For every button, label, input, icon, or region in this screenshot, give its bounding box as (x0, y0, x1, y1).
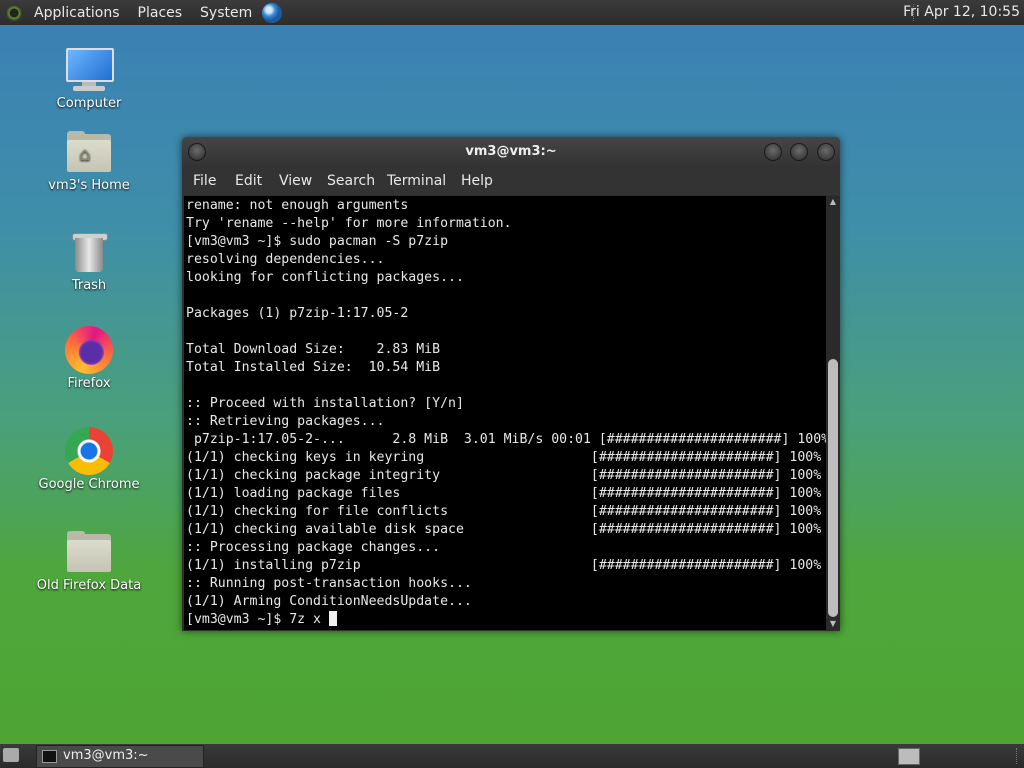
trash-icon (65, 228, 113, 276)
terminal-line: Try 'rename --help' for more information… (186, 216, 512, 231)
desktop-icon-trash[interactable]: Trash (34, 228, 144, 293)
desktop-icon-label: Old Firefox Data (36, 578, 142, 593)
terminal-line: (1/1) Arming ConditionNeedsUpdate... (186, 594, 472, 609)
terminal-line: [vm3@vm3 ~]$ sudo pacman -S p7zip (186, 234, 449, 249)
menu-edit[interactable]: Edit (235, 173, 262, 189)
browser-launcher-icon[interactable] (262, 2, 283, 23)
terminal-output[interactable]: rename: not enough arguments Try 'rename… (184, 196, 826, 630)
show-desktop-icon[interactable] (3, 748, 19, 762)
terminal-line: :: Running post-transaction hooks... (186, 576, 472, 591)
taskbar-window-label: vm3@vm3:~ (63, 748, 149, 763)
terminal-line: Total Download Size: 2.83 MiB (186, 342, 441, 357)
window-titlebar[interactable]: vm3@vm3:~ (182, 137, 840, 167)
terminal-prompt: [vm3@vm3 ~]$ 7z x (186, 612, 329, 627)
terminal-line: rename: not enough arguments (186, 198, 409, 213)
desktop-icon-old-firefox-data[interactable]: Old Firefox Data (34, 528, 144, 593)
desktop-icon-label: Computer (56, 96, 122, 111)
menu-terminal[interactable]: Terminal (387, 173, 446, 189)
menu-view[interactable]: View (279, 173, 312, 189)
terminal-line: Packages (1) p7zip-1:17.05-2 (186, 306, 409, 321)
menu-file[interactable]: File (193, 173, 216, 189)
desktop-icon-label: vm3's Home (48, 178, 130, 193)
system-menu[interactable]: System (200, 5, 252, 21)
terminal-line: :: Proceed with installation? [Y/n] (186, 396, 464, 411)
computer-icon (65, 46, 114, 94)
chrome-icon (65, 427, 113, 475)
scrollbar-thumb[interactable] (828, 359, 838, 617)
terminal-line: (1/1) loading package files [###########… (186, 486, 822, 501)
terminal-line: looking for conflicting packages... (186, 270, 464, 285)
firefox-icon (65, 326, 113, 374)
terminal-line: p7zip-1:17.05-2-... 2.8 MiB 3.01 MiB/s 0… (186, 432, 826, 447)
text-cursor (328, 611, 337, 626)
desktop-icon-home[interactable]: ⌂ vm3's Home (34, 128, 144, 193)
terminal-window: vm3@vm3:~ File Edit View Search Terminal… (182, 137, 840, 631)
close-button[interactable] (817, 143, 835, 161)
desktop-icon-label: Firefox (67, 376, 111, 391)
workspace-switcher[interactable] (898, 748, 920, 765)
applications-menu[interactable]: Applications (34, 5, 120, 21)
terminal-line: Total Installed Size: 10.54 MiB (186, 360, 441, 375)
menu-help[interactable]: Help (461, 173, 493, 189)
window-title: vm3@vm3:~ (465, 144, 557, 159)
terminal-line: (1/1) checking keys in keyring [########… (186, 450, 822, 465)
terminal-line: resolving dependencies... (186, 252, 385, 267)
scroll-up-arrow-icon[interactable]: ▲ (826, 196, 840, 208)
places-menu[interactable]: Places (138, 5, 183, 21)
top-panel: Applications Places System Fri Apr 12, 1… (0, 0, 1024, 25)
terminal-line: (1/1) checking available disk space [###… (186, 522, 822, 537)
panel-separator (1016, 748, 1018, 764)
terminal-line: (1/1) installing p7zip [################… (186, 558, 822, 573)
terminal-line: (1/1) checking for file conflicts [#####… (186, 504, 822, 519)
taskbar-window-button[interactable]: vm3@vm3:~ (36, 745, 204, 768)
desktop-icon-chrome[interactable]: Google Chrome (34, 427, 144, 492)
terminal-text: rename: not enough arguments Try 'rename… (184, 196, 826, 629)
desktop-icon-label: Trash (71, 278, 107, 293)
minimize-button[interactable] (764, 143, 782, 161)
desktop-icon-firefox[interactable]: Firefox (34, 326, 144, 391)
bottom-panel: vm3@vm3:~ (0, 744, 1024, 768)
desktop-icon-label: Google Chrome (38, 477, 140, 492)
terminal-line: :: Retrieving packages... (186, 414, 385, 429)
terminal-icon (42, 750, 57, 763)
terminal-line: (1/1) checking package integrity [######… (186, 468, 822, 483)
terminal-scrollbar[interactable]: ▲ ▼ (826, 196, 840, 630)
maximize-button[interactable] (790, 143, 808, 161)
desktop-icon-computer[interactable]: Computer (34, 46, 144, 111)
scroll-down-arrow-icon[interactable]: ▼ (826, 618, 840, 630)
terminal-line: :: Processing package changes... (186, 540, 441, 555)
terminal-menubar: File Edit View Search Terminal Help (182, 167, 840, 195)
clock[interactable]: Fri Apr 12, 10:55 (903, 0, 1020, 25)
home-folder-icon: ⌂ (65, 128, 113, 176)
menu-search[interactable]: Search (327, 173, 375, 189)
folder-icon (65, 528, 113, 576)
menu-logo-icon[interactable] (6, 3, 24, 22)
